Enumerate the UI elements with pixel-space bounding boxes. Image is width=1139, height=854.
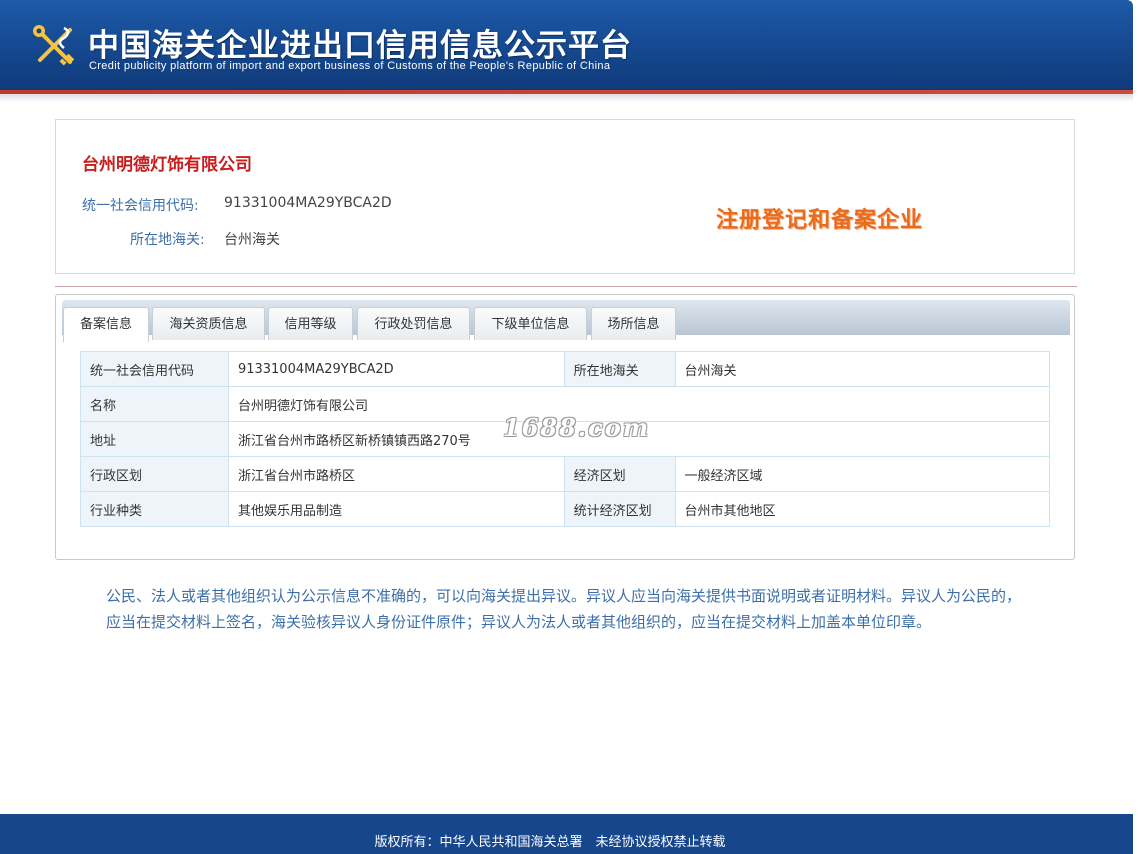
tab-credit-rating[interactable]: 信用等级 [268, 307, 353, 340]
company-summary: 台州明德灯饰有限公司 统一社会信用代码: 91331004MA29YBCA2D … [55, 119, 1075, 274]
address-cell-label: 地址 [80, 421, 229, 457]
tab-customs-qualification[interactable]: 海关资质信息 [152, 307, 265, 340]
table-row: 行政区划 浙江省台州市路桥区 经济区划 一般经济区域 [80, 456, 1051, 492]
tab-bar: 备案信息 海关资质信息 信用等级 行政处罚信息 下级单位信息 场所信息 [62, 300, 1070, 342]
site-subtitle: Credit publicity platform of import and … [89, 60, 611, 72]
credit-code-cell-label: 统一社会信用代码 [80, 351, 229, 387]
watermark: 1688.com [503, 413, 651, 442]
credit-code-label: 统一社会信用代码: [82, 198, 199, 214]
customs-emblem-icon [33, 25, 75, 66]
stat-zone-cell-label: 统计经济区划 [563, 491, 676, 527]
tab-filing-info[interactable]: 备案信息 [63, 307, 149, 342]
site-header: 中国海关企业进出口信用信息公示平台 Credit publicity platf… [0, 0, 1133, 90]
customs-cell-value: 台州海关 [674, 351, 1051, 387]
detail-panel: 备案信息 海关资质信息 信用等级 行政处罚信息 下级单位信息 场所信息 统一社会… [55, 294, 1075, 560]
table-row: 行业种类 其他娱乐用品制造 统计经济区划 台州市其他地区 [80, 491, 1051, 527]
objection-notice: 公民、法人或者其他组织认为公示信息不准确的，可以向海关提出异议。异议人应当向海关… [106, 587, 1022, 631]
company-name: 台州明德灯饰有限公司 [82, 155, 252, 175]
header-shadow [0, 94, 1133, 102]
customs-cell-label: 所在地海关 [563, 351, 676, 387]
industry-cell-label: 行业种类 [80, 491, 229, 527]
tab-premises-info[interactable]: 场所信息 [591, 307, 676, 340]
customs-label: 所在地海关: [130, 232, 205, 248]
page-edge [1133, 0, 1139, 854]
admin-division-cell-label: 行政区划 [80, 456, 229, 492]
registration-status-stamp: 注册登记和备案企业 [716, 208, 924, 233]
copyright-text: 版权所有：中华人民共和国海关总署 未经协议授权禁止转载 [374, 835, 726, 850]
economic-zone-cell-value: 一般经济区域 [674, 456, 1051, 492]
credit-code-value: 91331004MA29YBCA2D [224, 195, 392, 211]
site-title: 中国海关企业进出口信用信息公示平台 [88, 28, 632, 64]
admin-division-cell-value: 浙江省台州市路桥区 [227, 456, 565, 492]
name-cell-label: 名称 [80, 386, 229, 422]
site-footer: 版权所有：中华人民共和国海关总署 未经协议授权禁止转载 [0, 814, 1133, 854]
section-divider [55, 286, 1077, 287]
stat-zone-cell-value: 台州市其他地区 [674, 491, 1051, 527]
table-row: 统一社会信用代码 91331004MA29YBCA2D 所在地海关 台州海关 [80, 351, 1051, 387]
economic-zone-cell-label: 经济区划 [563, 456, 676, 492]
tab-subordinate-units[interactable]: 下级单位信息 [474, 307, 587, 340]
credit-code-cell-value: 91331004MA29YBCA2D [227, 351, 565, 387]
industry-cell-value: 其他娱乐用品制造 [227, 491, 565, 527]
customs-value: 台州海关 [224, 232, 280, 248]
tab-administrative-penalty[interactable]: 行政处罚信息 [357, 307, 470, 340]
